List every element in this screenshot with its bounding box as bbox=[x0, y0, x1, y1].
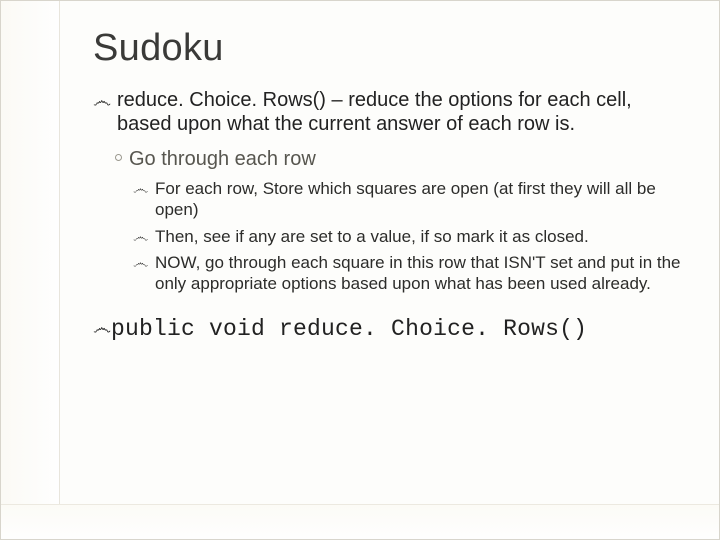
slide: Sudoku ෴ reduce. Choice. Rows() – reduce… bbox=[0, 0, 720, 540]
bullet-sub: Go through each row bbox=[115, 147, 683, 171]
item-text: Then, see if any are set to a value, if … bbox=[155, 227, 589, 246]
code-line: ෴public void reduce. Choice. Rows() bbox=[93, 313, 683, 343]
bullet-icon: ෴ bbox=[93, 90, 111, 113]
bullet-icon: ෴ bbox=[133, 228, 148, 248]
bullet-item-1: ෴ Then, see if any are set to a value, i… bbox=[133, 227, 683, 248]
code-text: public void reduce. Choice. Rows() bbox=[111, 316, 587, 342]
slide-body: ෴ reduce. Choice. Rows() – reduce the op… bbox=[93, 88, 683, 343]
slide-title: Sudoku bbox=[93, 27, 683, 70]
bullet-main: ෴ reduce. Choice. Rows() – reduce the op… bbox=[93, 88, 683, 137]
item-text: NOW, go through each square in this row … bbox=[155, 253, 681, 293]
bullet-icon: ෴ bbox=[133, 180, 148, 200]
lead-strong: reduce. Choice. Rows() bbox=[117, 89, 326, 111]
bullet-icon: ෴ bbox=[93, 318, 111, 339]
item-text: For each row, Store which squares are op… bbox=[155, 179, 656, 219]
sub-text: Go through each row bbox=[129, 148, 316, 170]
bullet-item-2: ෴ NOW, go through each square in this ro… bbox=[133, 253, 683, 294]
ring-icon bbox=[115, 154, 122, 161]
bullet-icon: ෴ bbox=[133, 254, 148, 274]
bullet-item-0: ෴ For each row, Store which squares are … bbox=[133, 179, 683, 220]
